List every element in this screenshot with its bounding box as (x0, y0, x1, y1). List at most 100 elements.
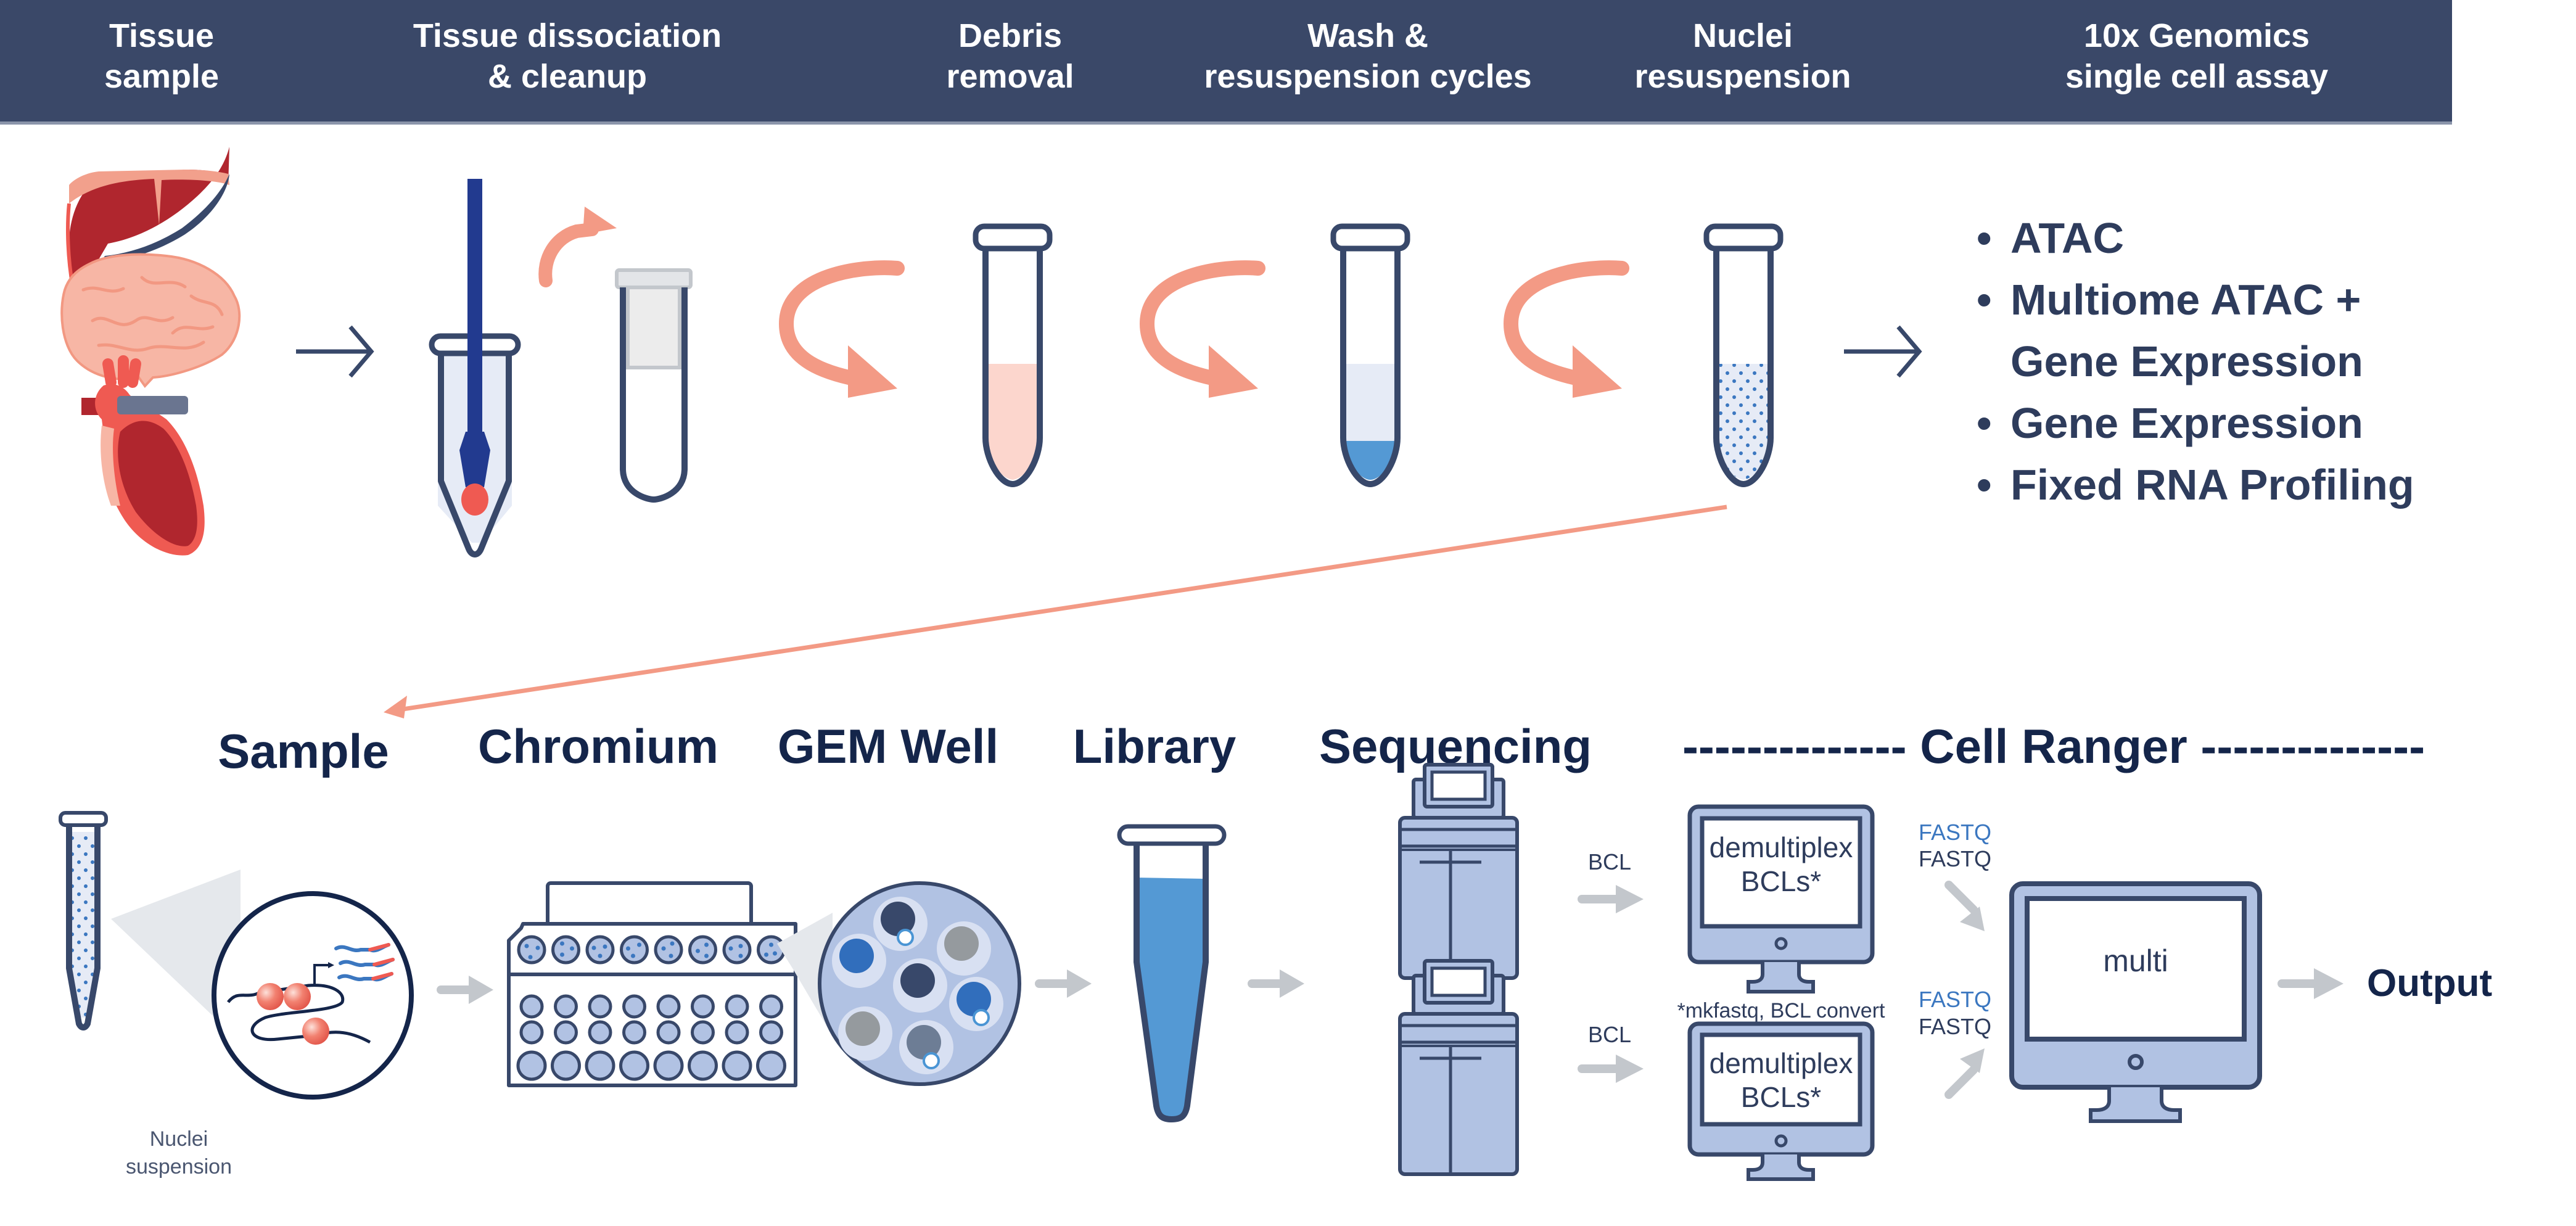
chip-reagent-well (656, 1020, 681, 1045)
bullet: • (1977, 399, 1992, 447)
nucleus-zoom-circle-icon (212, 891, 414, 1100)
chip-sample-well (654, 935, 683, 965)
gray-arrow-icon (1578, 1055, 1644, 1083)
chip-gel-well (691, 994, 715, 1019)
demultiplex-text-line1: demultiplex (1710, 1047, 1853, 1079)
chip-gel-well (656, 994, 681, 1019)
assay-item-fixed-rna: • Fixed RNA Profiling (1977, 461, 2414, 509)
sample-dot (696, 948, 700, 953)
chip-gel-well (622, 994, 646, 1019)
gray-arrow-icon (1578, 885, 1644, 913)
sample-dot (764, 952, 768, 957)
sample-dot (560, 952, 564, 957)
assay-label: ATAC (2010, 214, 2124, 262)
chip-sample-well (585, 935, 615, 965)
demultiplex-text-line2: BCLs* (1741, 1081, 1821, 1113)
sample-dot (704, 953, 709, 958)
chip-sample-well (757, 935, 786, 965)
chip-gel-well (588, 994, 612, 1019)
caption-line1: Nuclei (150, 1127, 208, 1151)
sample-dot (535, 945, 540, 950)
demultiplex-monitor-top-icon: demultiplex BCLs* (1687, 804, 1875, 994)
bullet: • (1977, 276, 1992, 324)
curved-transfer-arrow-icon (538, 207, 617, 287)
assay-label: Fixed RNA Profiling (2010, 461, 2414, 509)
chip-gel-well (554, 994, 578, 1019)
fastq-labels-top: FASTQ FASTQ (1919, 820, 1991, 871)
curved-arrow-2-icon (1139, 260, 1265, 398)
chip-gel-well (759, 994, 783, 1019)
multi-monitor-icon: multi (2009, 881, 2262, 1123)
sample-dot (769, 942, 773, 947)
header-step-line2: resuspension cycles (1204, 58, 1531, 95)
gel-bead (897, 929, 914, 946)
wash-tube-icon (1330, 223, 1410, 487)
assay-label: Gene Expression (2010, 399, 2363, 447)
fastq-label-blue: FASTQ (1919, 987, 1991, 1012)
long-connector-arrow-icon (384, 504, 1727, 718)
chip-oil-well (585, 1050, 615, 1081)
header-step-line2: sample (104, 58, 219, 95)
gray-arrow-icon (1248, 969, 1304, 998)
sequencer-top-icon (1398, 763, 1519, 980)
chip-reagent-well (554, 1020, 578, 1045)
header-bar: Tissue sample Tissue dissociation & clea… (0, 0, 2452, 125)
output-label: Output (2367, 962, 2492, 1005)
sample-dot (560, 941, 564, 946)
header-shadow (0, 121, 2452, 125)
sample-dot (669, 953, 673, 958)
sample-dot (524, 944, 529, 948)
header-step-line1: Wash & (1307, 17, 1428, 54)
header-step-line1: Tissue dissociation (413, 17, 722, 54)
sample-dot (661, 946, 666, 951)
assay-item-multiome: • Multiome ATAC + Gene Expression (1977, 276, 2363, 385)
workflow-diagram: Tissue sample Tissue dissociation & clea… (0, 0, 2492, 1181)
bullet: • (1977, 461, 1992, 509)
header-step-line2: resuspension (1634, 58, 1851, 95)
chip-reagent-well (725, 1020, 749, 1045)
header-step-line2: & cleanup (488, 58, 647, 95)
fastq-label-dark: FASTQ (1919, 846, 1991, 871)
demultiplex-text-line2: BCLs* (1741, 865, 1821, 897)
sample-dot (738, 944, 743, 948)
sample-dot (603, 944, 607, 949)
stage-title-sample: Sample (218, 724, 389, 778)
thin-arrow-icon (296, 325, 374, 378)
chip-reagent-well (691, 1020, 715, 1045)
gray-arrow-icon (2278, 968, 2344, 999)
bcl-label-top: BCL (1588, 849, 1631, 874)
thin-arrow-icon (1844, 325, 1922, 378)
assay-list: • ATAC • Multiome ATAC + Gene Expression… (1977, 214, 2414, 509)
fastq-labels-bottom: FASTQ FASTQ (1919, 987, 1991, 1039)
chip-sample-well (620, 935, 649, 965)
sample-dot (528, 955, 533, 960)
sample-dot (598, 953, 603, 958)
cell (900, 963, 935, 998)
bcl-label-bottom: BCL (1588, 1022, 1631, 1047)
bullet: • (1977, 214, 1992, 262)
assay-label: Multiome ATAC + (2010, 276, 2361, 324)
chip-gel-well (725, 994, 749, 1019)
sample-dot (626, 946, 630, 951)
library-tube-icon (1117, 824, 1227, 1122)
gray-arrow-icon (437, 976, 493, 1004)
header-step-line1: Nuclei (1693, 17, 1793, 54)
chip-oil-well (619, 1050, 649, 1081)
fastq-label-blue: FASTQ (1919, 820, 1991, 845)
chip-reagent-well (759, 1020, 783, 1045)
chip-gel-well (519, 994, 544, 1019)
sample-dot (637, 942, 641, 947)
multi-label: multi (2103, 944, 2168, 978)
chip-oil-well (653, 1050, 684, 1081)
chip-oil-well (722, 1050, 752, 1081)
chip-sample-well (688, 935, 717, 965)
dissociation-tube-icon (429, 179, 521, 557)
header-step-line1: Debris (958, 17, 1062, 54)
stage-title-chromium: Chromium (478, 719, 718, 773)
diagonal-arrow-up-icon (1944, 1048, 1985, 1099)
gray-arrow-icon (1035, 969, 1092, 998)
chip-reagent-well (519, 1020, 544, 1045)
curved-arrow-3-icon (1503, 260, 1629, 398)
cell (846, 1011, 880, 1046)
diagonal-arrow-down-icon (1944, 881, 1985, 931)
